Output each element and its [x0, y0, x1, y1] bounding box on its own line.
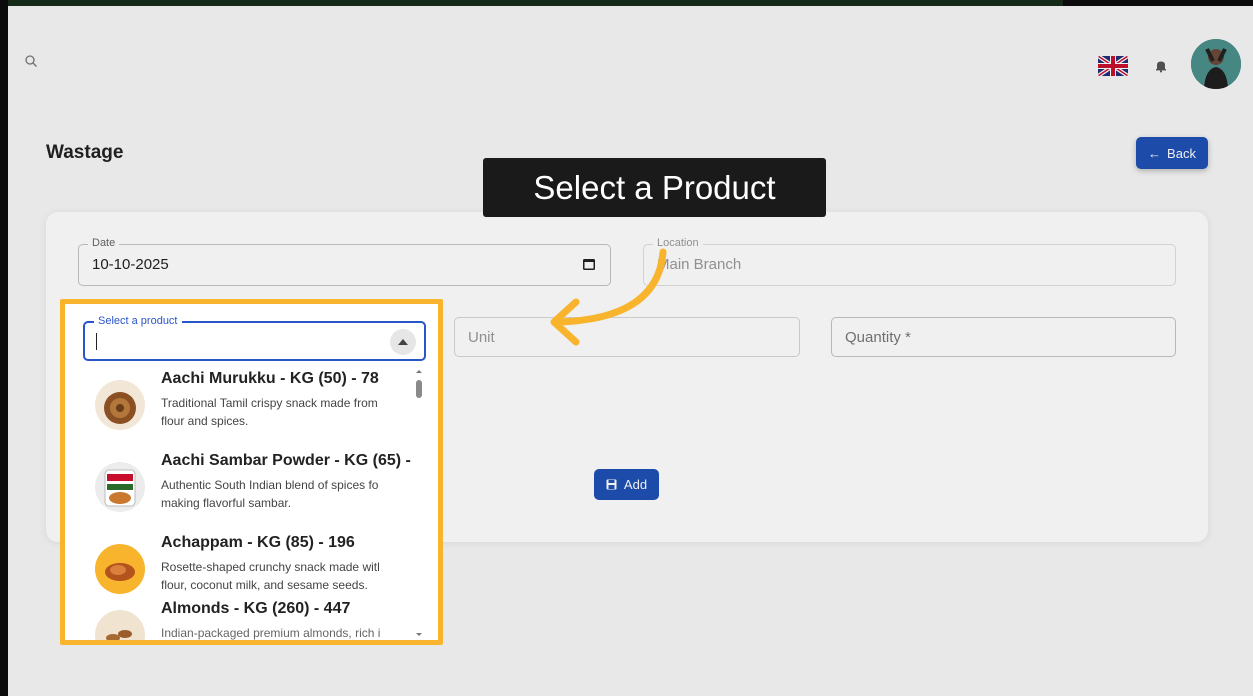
curved-arrow-icon [550, 248, 667, 346]
text-caret [96, 333, 97, 350]
avatar[interactable] [1191, 39, 1241, 89]
dropdown-toggle-button[interactable] [390, 329, 416, 355]
product-title: Almonds - KG (260) - 447 [161, 600, 351, 617]
product-description: Authentic South Indian blend of spices f… [161, 478, 379, 510]
back-button[interactable]: ← Back [1136, 137, 1208, 169]
product-description: Traditional Tamil crispy snack made from… [161, 396, 378, 428]
murukku-thumbnail [95, 380, 145, 430]
add-button[interactable]: Add [594, 469, 659, 500]
product-select-highlight: Select a product Aachi Murukku - KG (50)… [60, 299, 443, 645]
unit-placeholder: Unit [468, 329, 495, 346]
scroll-down-icon[interactable] [412, 630, 426, 640]
add-button-label: Add [623, 477, 648, 492]
list-item[interactable]: Aachi Murukku - KG (50) - 78 Traditional… [83, 366, 413, 444]
app-screen: Wastage ← Back Date 10-10-2025 Location … [8, 6, 1253, 696]
tooltip-callout: Select a Product [483, 158, 826, 217]
date-value: 10-10-2025 [92, 256, 169, 273]
bell-icon[interactable] [1154, 59, 1168, 73]
list-item[interactable]: Almonds - KG (260) - 447 Indian-packaged… [83, 596, 413, 640]
arrow-left-icon: ← [1148, 145, 1162, 161]
quantity-field[interactable]: Quantity * [831, 317, 1176, 357]
dropdown-scrollbar[interactable] [412, 366, 426, 640]
achappam-thumbnail [95, 544, 145, 594]
save-icon [606, 479, 617, 490]
back-button-label: Back [1167, 145, 1196, 161]
product-title: Aachi Murukku - KG (50) - 78 [161, 370, 379, 387]
top-header [8, 6, 1253, 116]
product-description: Rosette-shaped crunchy snack made witl f… [161, 560, 380, 592]
product-dropdown-list[interactable]: Aachi Murukku - KG (50) - 78 Traditional… [83, 366, 426, 640]
scroll-up-icon[interactable] [412, 366, 426, 376]
page-title: Wastage [46, 142, 124, 163]
location-field: Location Main Branch [643, 237, 1176, 286]
quantity-placeholder: Quantity * [845, 329, 911, 346]
chevron-up-icon [398, 339, 408, 345]
product-description: Indian-packaged premium almonds, rich i [161, 626, 381, 640]
uk-flag-icon[interactable] [1098, 56, 1128, 76]
product-title: Aachi Sambar Powder - KG (65) - [161, 452, 411, 469]
search-icon[interactable] [24, 54, 38, 68]
product-select-label: Select a product [94, 315, 182, 327]
almonds-thumbnail [95, 610, 145, 640]
product-title: Achappam - KG (85) - 196 [161, 534, 355, 551]
date-label: Date [88, 237, 120, 249]
product-select-input[interactable]: Select a product [83, 315, 426, 361]
sambar-powder-thumbnail [95, 462, 145, 512]
scroll-thumb[interactable] [416, 380, 422, 398]
list-item[interactable]: Aachi Sambar Powder - KG (65) - Authenti… [83, 448, 413, 526]
